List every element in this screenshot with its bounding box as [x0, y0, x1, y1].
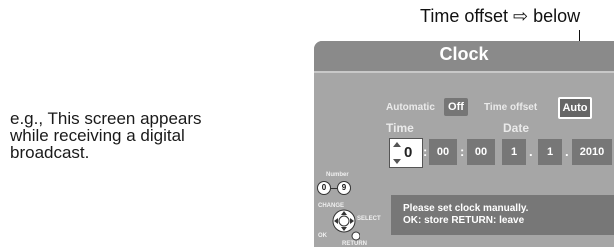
key-0: 0 — [317, 181, 331, 195]
key-9: 9 — [337, 181, 351, 195]
title-bar: Clock — [314, 41, 614, 73]
automatic-label: Automatic — [386, 102, 435, 113]
time-label: Time — [386, 121, 414, 135]
return-label: RETURN — [342, 241, 367, 247]
caption-line-3: broadcast. — [10, 143, 90, 162]
caption-line-2: while receiving a digital — [10, 126, 185, 145]
automatic-value[interactable]: Off — [444, 98, 468, 116]
dpad-icon — [332, 209, 360, 241]
message-line-1: Please set clock manually. — [403, 203, 529, 214]
month-field[interactable]: 1 — [538, 139, 562, 165]
day-field[interactable]: 1 — [502, 139, 526, 165]
second-field[interactable]: 00 — [467, 139, 495, 165]
date-separator: . — [565, 144, 569, 159]
time-offset-label: Time offset — [484, 102, 538, 113]
screen-caption: e.g., This screen appears while receivin… — [10, 110, 260, 161]
caption-line-1: e.g., This screen appears — [10, 109, 202, 128]
message-line-2: OK: store RETURN: leave — [403, 215, 525, 226]
time-separator: : — [460, 144, 465, 159]
clock-screen: Clock Automatic Off Time offset Auto Tim… — [314, 41, 614, 247]
year-field[interactable]: 2010 — [572, 139, 612, 165]
down-arrow-icon — [393, 159, 401, 164]
up-arrow-icon — [393, 142, 401, 147]
hour-value: 0 — [404, 144, 413, 161]
time-offset-value[interactable]: Auto — [558, 97, 592, 119]
hour-field[interactable]: 0 — [389, 138, 423, 168]
time-offset-callout: Time offset ⇨ below — [420, 6, 581, 26]
dialog-title: Clock — [439, 44, 489, 64]
select-label: SELECT — [357, 216, 381, 222]
time-separator: : — [423, 144, 428, 159]
number-label: Number — [326, 172, 349, 178]
message-box: Please set clock manually. OK: store RET… — [391, 195, 614, 235]
date-label: Date — [503, 121, 530, 135]
minute-field[interactable]: 00 — [429, 139, 457, 165]
ok-label: OK — [318, 233, 327, 239]
date-separator: . — [529, 144, 533, 159]
